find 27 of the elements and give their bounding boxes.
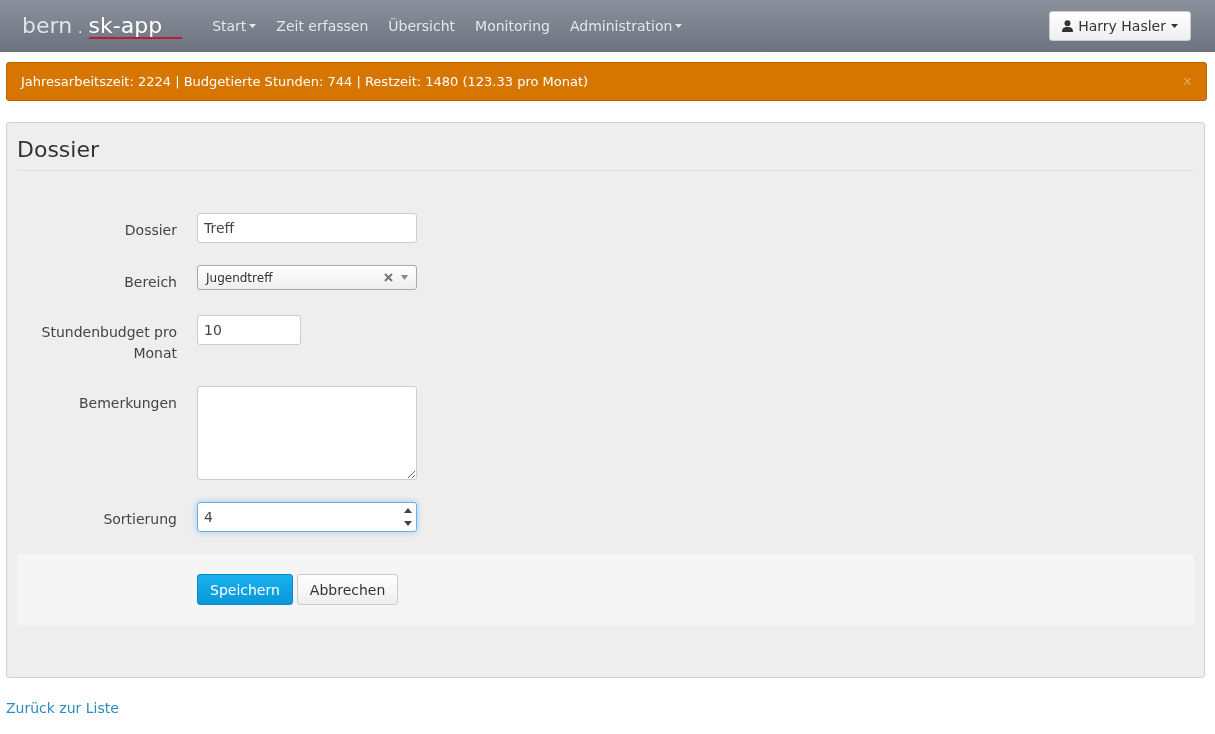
select-field[interactable]: Jugendtreff xyxy=(197,265,417,290)
field-label: Stundenbudget pro Monat xyxy=(40,323,177,363)
field-label: Dossier xyxy=(123,221,177,240)
textarea-field[interactable] xyxy=(197,386,417,480)
clear-icon[interactable] xyxy=(384,273,393,282)
user-icon xyxy=(1062,20,1074,32)
nav-link[interactable]: Übersicht xyxy=(388,18,456,34)
save-button[interactable]: Speichern xyxy=(197,574,293,605)
user-menu-button[interactable]: Harry Hasler xyxy=(1049,11,1191,41)
text-field[interactable]: Treff xyxy=(197,213,417,243)
text-field[interactable]: 10 xyxy=(197,315,301,345)
nav-link[interactable]: Monitoring xyxy=(475,18,550,34)
field-label: Bereich xyxy=(123,273,177,292)
app-logo[interactable]: bern . sk-app xyxy=(22,13,183,39)
nav-link[interactable]: Start xyxy=(212,18,257,34)
number-field[interactable]: 4 xyxy=(197,502,417,532)
caret-icon xyxy=(1171,24,1178,28)
panel-title: Dossier xyxy=(17,137,1194,171)
field-label: Bemerkungen xyxy=(77,394,177,413)
nav-link[interactable]: Zeit erfassen xyxy=(276,18,369,34)
back-link[interactable]: Zurück zur Liste xyxy=(6,700,119,716)
caret-icon xyxy=(401,275,408,280)
field-label: Sortierung xyxy=(102,510,177,529)
nav-link[interactable]: Administration xyxy=(569,18,683,34)
cancel-button[interactable]: Abbrechen xyxy=(296,574,399,605)
spinner-icon[interactable] xyxy=(404,507,412,527)
alert-text: Jahresarbeitszeit: 2224 | Budgetierte Stunden: 744 | Restzeit: 1480 (123.33 pro Monat) xyxy=(21,74,590,89)
